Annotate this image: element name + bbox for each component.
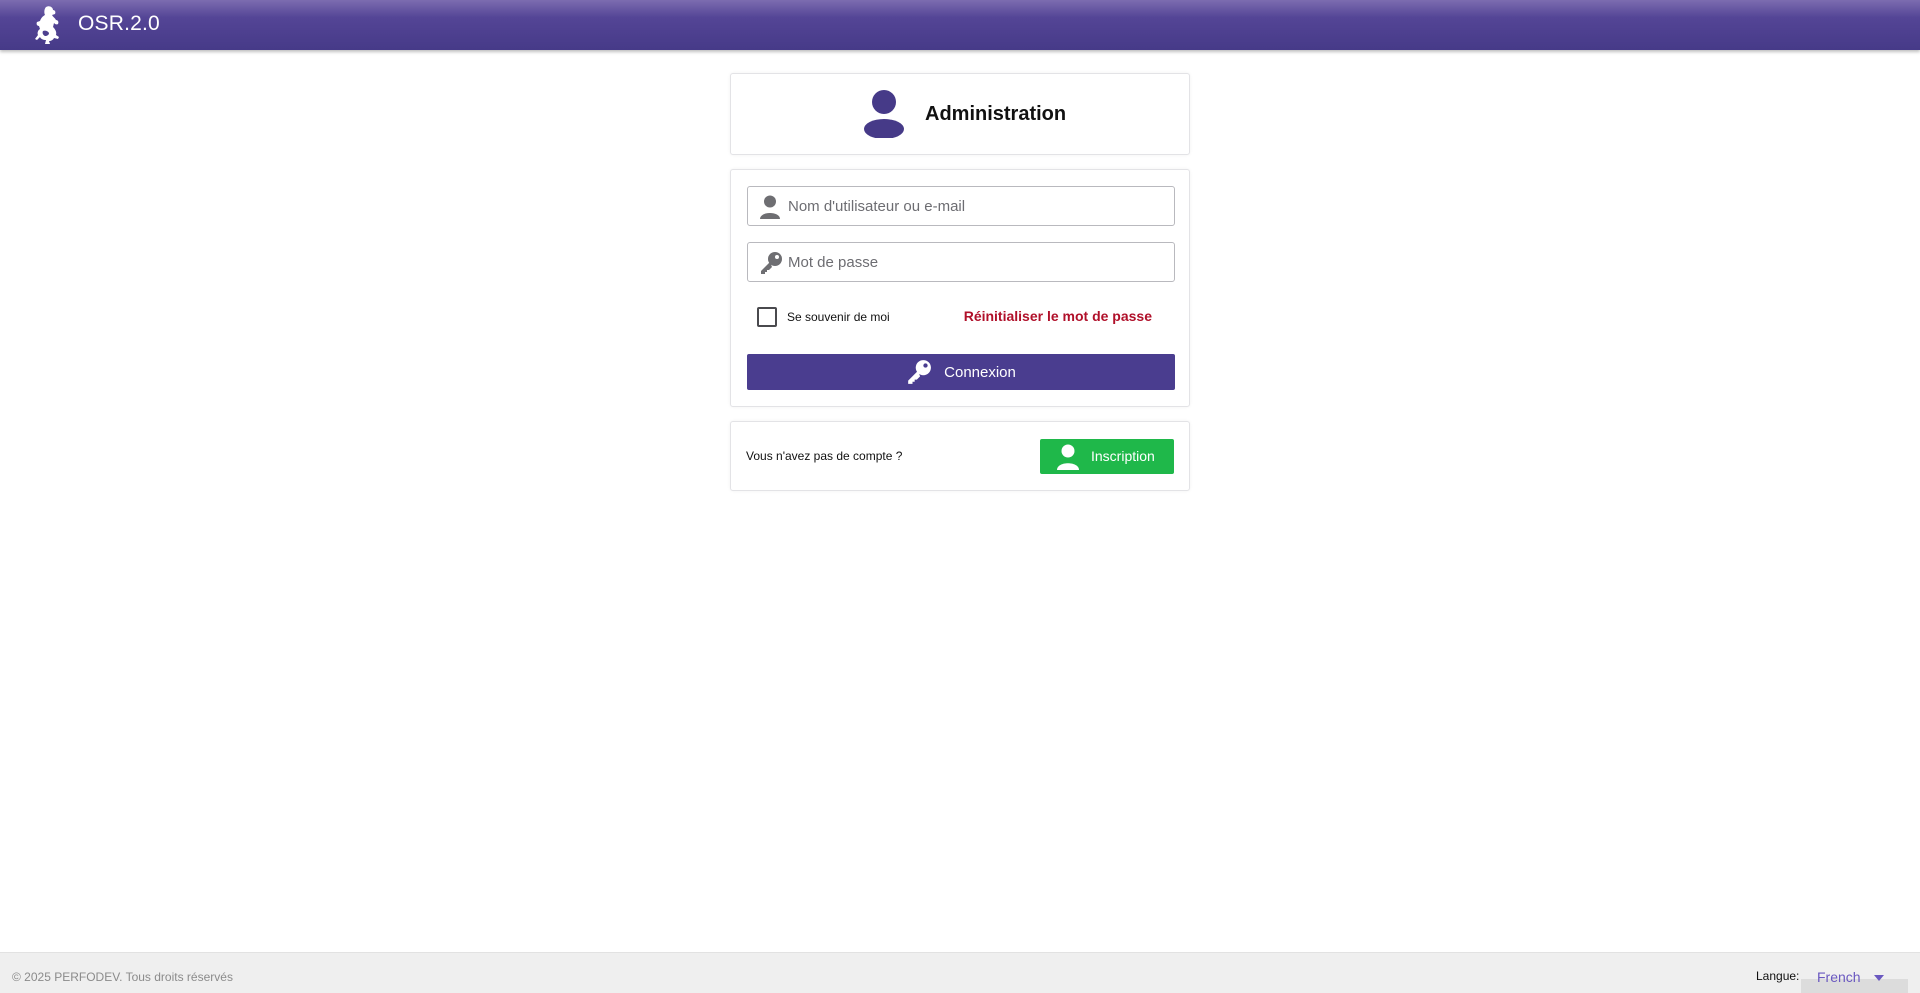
remember-me[interactable]: Se souvenir de moi	[757, 307, 890, 327]
register-button[interactable]: Inscription	[1040, 439, 1174, 474]
password-field[interactable]	[747, 242, 1175, 282]
app-title: OSR.2.0	[78, 12, 160, 35]
register-card: Vous n'avez pas de compte ? Inscription	[730, 421, 1190, 491]
copyright-text: © 2025 PERFODEV. Tous droits réservés	[12, 970, 233, 984]
username-input[interactable]	[788, 187, 1168, 225]
no-account-text: Vous n'avez pas de compte ?	[746, 449, 903, 463]
login-form-card: Se souvenir de moi Réinitialiser le mot …	[730, 169, 1190, 407]
login-button-label: Connexion	[944, 363, 1016, 381]
footer: © 2025 PERFODEV. Tous droits réservés La…	[0, 952, 1920, 993]
user-icon	[759, 195, 781, 219]
password-input[interactable]	[788, 243, 1168, 281]
key-icon	[906, 359, 932, 385]
user-icon	[1056, 444, 1080, 470]
language-label: Langue:	[1756, 969, 1800, 983]
page-title: Administration	[925, 103, 1067, 125]
register-button-label: Inscription	[1091, 448, 1155, 464]
lion-logo-icon[interactable]	[32, 5, 64, 45]
language-select-value[interactable]: French	[1817, 969, 1861, 985]
reset-password-link[interactable]: Réinitialiser le mot de passe	[964, 308, 1152, 324]
chevron-down-icon[interactable]	[1874, 975, 1884, 981]
key-icon	[759, 251, 782, 275]
login-button[interactable]: Connexion	[747, 354, 1175, 390]
remember-me-checkbox[interactable]	[757, 307, 777, 327]
admin-header-card: Administration	[730, 73, 1190, 155]
top-bar: OSR.2.0	[0, 0, 1920, 50]
remember-me-label: Se souvenir de moi	[787, 310, 890, 324]
username-field[interactable]	[747, 186, 1175, 226]
user-icon	[863, 90, 905, 139]
